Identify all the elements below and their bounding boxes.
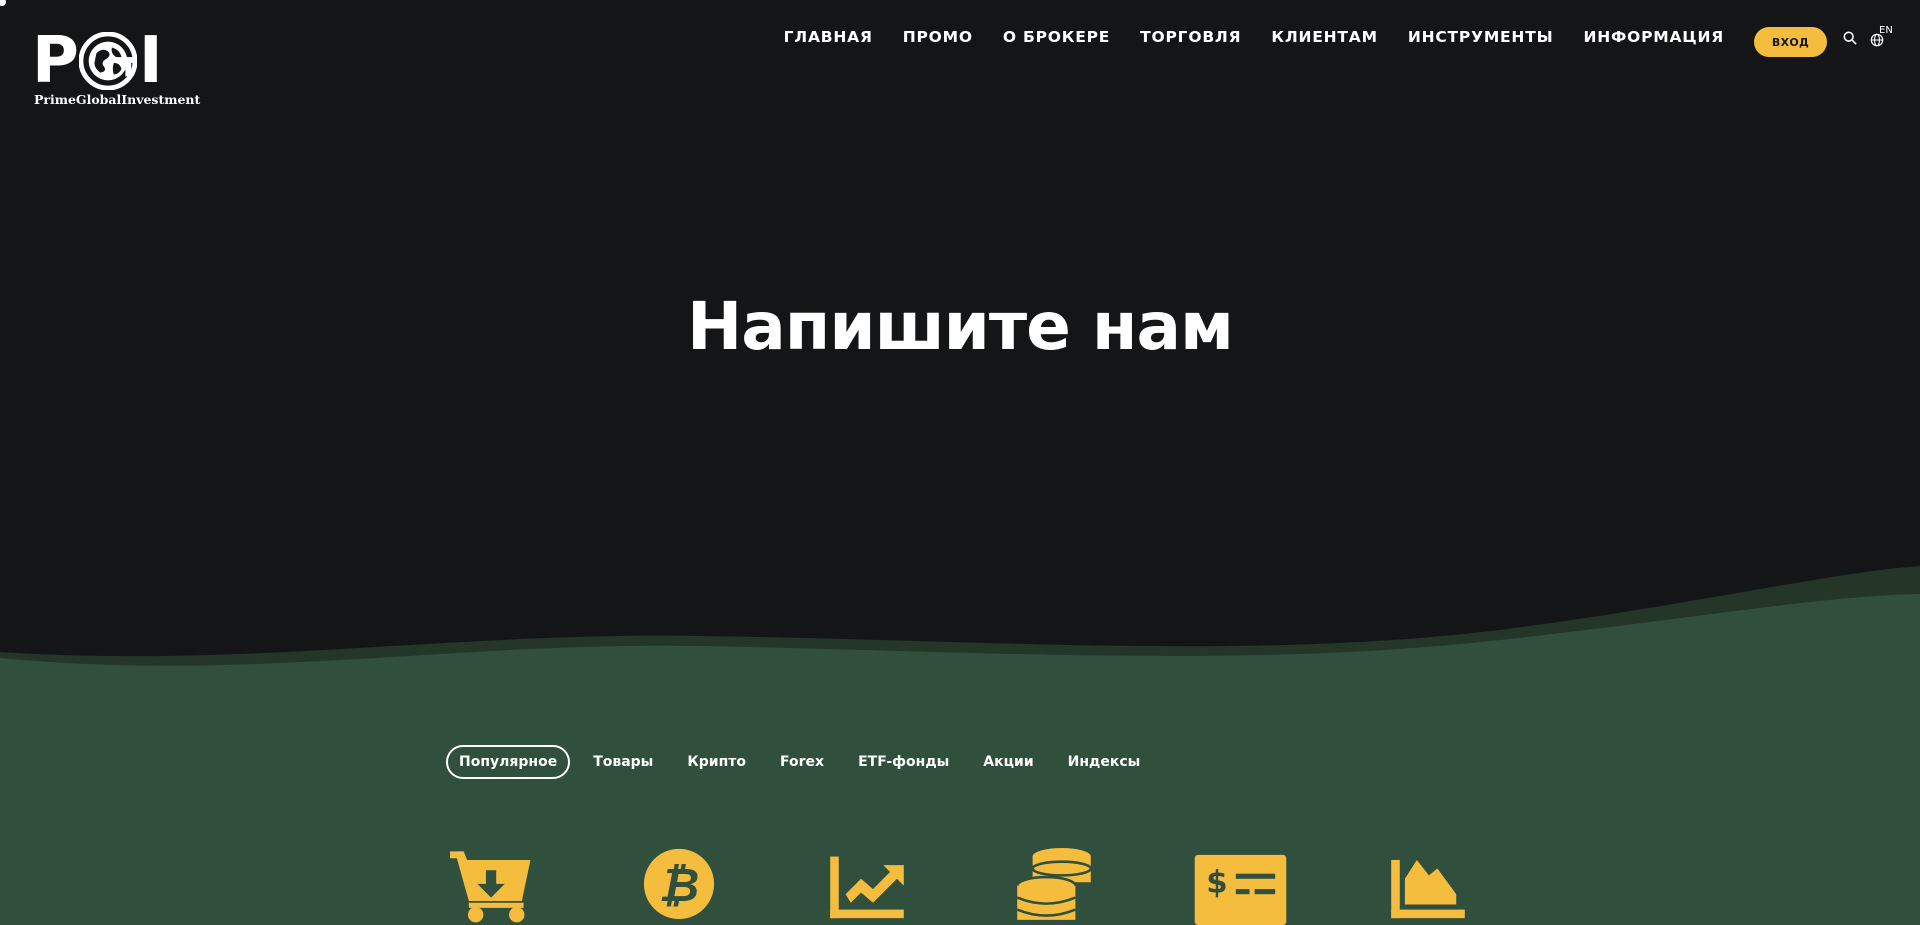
- search-icon[interactable]: [1843, 31, 1857, 45]
- cursor-dot: [0, 0, 6, 6]
- nav-item-trading[interactable]: ТОРГОВЛЯ: [1140, 28, 1241, 46]
- nav-item-info[interactable]: ИНФОРМАЦИЯ: [1583, 28, 1724, 46]
- tab-forex[interactable]: Forex: [769, 745, 835, 779]
- nav-item-instruments[interactable]: ИНСТРУМЕНТЫ: [1408, 28, 1554, 46]
- area-chart-icon[interactable]: [1385, 848, 1471, 925]
- nav-item-about[interactable]: О БРОКЕРЕ: [1003, 28, 1110, 46]
- money-check-icon[interactable]: $: [1187, 848, 1294, 925]
- page-title: Напишите нам: [686, 288, 1234, 365]
- svg-text:₿: ₿: [659, 858, 700, 912]
- globe-logo-icon: [78, 32, 137, 90]
- tab-crypto[interactable]: Крипто: [676, 745, 757, 779]
- tab-stocks[interactable]: Акции: [972, 745, 1044, 779]
- nav-item-promo[interactable]: ПРОМО: [903, 28, 973, 46]
- logo-tagline: PrimeGlobalInvestment: [34, 92, 201, 107]
- login-button[interactable]: ВХОД: [1754, 27, 1827, 57]
- tab-indices[interactable]: Индексы: [1057, 745, 1152, 779]
- coins-icon[interactable]: [1011, 848, 1097, 925]
- tab-commodities[interactable]: Товары: [582, 745, 664, 779]
- language-switch[interactable]: EN: [1879, 25, 1893, 36]
- logo-letter-i: I: [138, 24, 163, 98]
- main-nav: ГЛАВНАЯ ПРОМО О БРОКЕРЕ ТОРГОВЛЯ КЛИЕНТА…: [754, 28, 1724, 46]
- nav-item-clients[interactable]: КЛИЕНТАМ: [1271, 28, 1377, 46]
- trend-up-icon[interactable]: [824, 848, 910, 925]
- logo[interactable]: P I PrimeGlobalInvestment: [32, 24, 200, 110]
- category-tabs: Популярное Товары Крипто Forex ETF-фонды…: [446, 745, 1163, 779]
- bitcoin-icon[interactable]: ₿: [638, 848, 720, 925]
- category-icons: ₿ $: [0, 848, 1920, 925]
- logo-letters: P I: [32, 24, 163, 98]
- cart-download-icon[interactable]: [443, 848, 540, 925]
- svg-text:$: $: [1206, 864, 1227, 900]
- tab-etf[interactable]: ETF-фонды: [847, 745, 960, 779]
- tab-popular[interactable]: Популярное: [446, 745, 571, 779]
- logo-letter-p: P: [32, 24, 79, 98]
- page: P I PrimeGlobalInvestment ГЛАВНАЯ ПРОМО …: [0, 0, 1920, 925]
- nav-item-home[interactable]: ГЛАВНАЯ: [784, 28, 873, 46]
